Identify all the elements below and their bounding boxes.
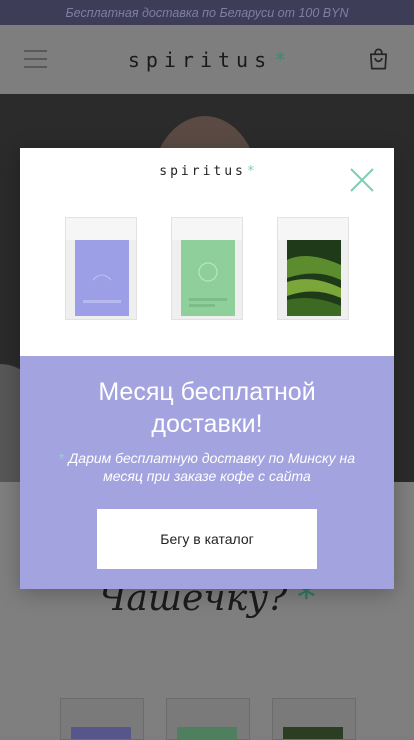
- logo-text: spiritus: [127, 47, 273, 72]
- pack-label-tea-field: [287, 240, 341, 316]
- modal-subtitle-text: Дарим бесплатную доставку по Минску на м…: [68, 450, 355, 484]
- modal-title: Месяц бесплатной доставки!: [98, 378, 316, 438]
- modal-top-section: spiritus*: [20, 148, 394, 356]
- menu-icon[interactable]: [24, 50, 47, 68]
- go-to-catalog-button[interactable]: Бегу в каталог: [97, 509, 317, 569]
- product-thumb[interactable]: [272, 698, 356, 740]
- pack-top: [66, 218, 136, 240]
- modal-bottom-section: Месяц бесплатной доставки! * Дарим беспла…: [20, 356, 394, 589]
- modal-logo: spiritus*: [20, 164, 394, 179]
- promo-modal: spiritus* Месяц бесплатной доставки! * Д…: [20, 148, 394, 589]
- site-logo[interactable]: spiritus *: [128, 48, 286, 72]
- coffee-pack-image: [277, 217, 349, 320]
- cart-icon[interactable]: [367, 47, 390, 71]
- pack-top: [172, 218, 242, 240]
- promo-text: Бесплатная доставка по Беларуси от 100 B…: [65, 5, 349, 20]
- logo-star: *: [274, 47, 287, 72]
- close-icon[interactable]: [348, 166, 376, 194]
- subtitle-star: *: [59, 450, 65, 466]
- pack-label-green: [181, 240, 235, 316]
- coffee-pack-image: [171, 217, 243, 320]
- modal-subtitle: * Дарим бесплатную доставку по Минску на …: [50, 449, 364, 485]
- modal-logo-text: spiritus: [159, 164, 246, 179]
- site-header: spiritus *: [0, 25, 414, 94]
- coffee-pack-image: [65, 217, 137, 320]
- product-thumb[interactable]: [166, 698, 250, 740]
- pack-label-purple: [75, 240, 129, 316]
- modal-logo-star: *: [246, 164, 255, 179]
- promo-bar: Бесплатная доставка по Беларуси от 100 B…: [0, 0, 414, 25]
- pack-top: [278, 218, 348, 240]
- product-thumb[interactable]: [60, 698, 144, 740]
